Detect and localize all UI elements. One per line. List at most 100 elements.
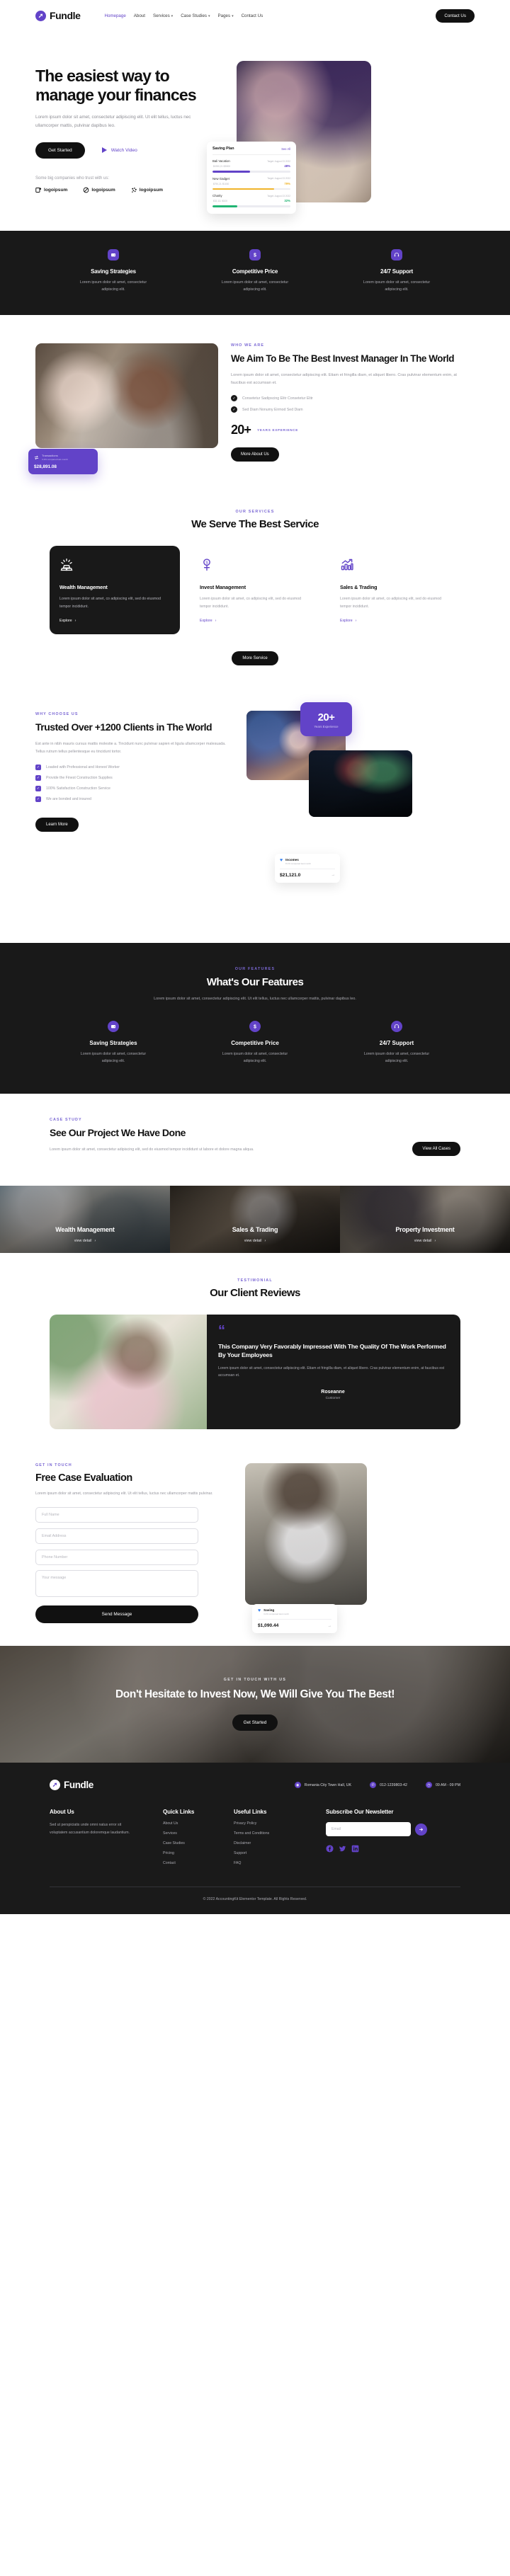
- nav-item-services[interactable]: Services ▾: [153, 13, 173, 18]
- why-photo-secondary: [309, 750, 412, 817]
- watch-video-link[interactable]: Watch Video: [101, 147, 137, 154]
- twitter-icon[interactable]: [339, 1845, 346, 1853]
- why-check-item: ✓ 100% Satisfaction Construction Service: [35, 785, 110, 791]
- saving-plan-row: Charity Target: August 23 2022 $32,111/$1…: [212, 194, 290, 207]
- feature-desc: Lorem ipsum dolor sit amet, consectetur …: [79, 280, 147, 292]
- view-detail-link[interactable]: view detail ›: [414, 1239, 436, 1243]
- trust-label: Some big companies who trust with us:: [35, 176, 110, 181]
- linkedin-icon[interactable]: [351, 1845, 359, 1853]
- saving-mini-card: ♥ Saving 3.2% compared last month $1,090…: [252, 1604, 337, 1634]
- why-title: Trusted Over +1200 Clients in The World: [35, 721, 212, 733]
- send-message-button[interactable]: Send Message: [35, 1605, 198, 1624]
- more-service-button[interactable]: More Service: [232, 651, 278, 665]
- headset-icon: [391, 249, 402, 261]
- footer-link[interactable]: Privacy Policy: [234, 1821, 326, 1826]
- chevron-right-icon: ›: [74, 618, 76, 623]
- footer-about-title: About Us: [50, 1809, 74, 1816]
- phone-input[interactable]: [35, 1550, 198, 1566]
- cta-get-started-button[interactable]: Get Started: [232, 1714, 278, 1731]
- footer-link[interactable]: Case Studies: [163, 1841, 234, 1845]
- chevron-right-icon: ›: [264, 1238, 266, 1243]
- saving-plan-row: New Gadget Target: August 23 2022 $790,21…: [212, 177, 290, 190]
- nav-item-homepage[interactable]: Homepage: [104, 13, 125, 18]
- footer-link[interactable]: Services: [163, 1831, 234, 1836]
- header-contact-button[interactable]: Contact Us: [436, 8, 475, 23]
- service-card-sales-trading[interactable]: Sales & Trading Lorem ipsum dolor sit am…: [330, 546, 460, 634]
- page-root: ➚ Fundle Homepage About Services ▾ Case S…: [0, 0, 510, 1915]
- footer-link[interactable]: Disclaimer: [234, 1841, 326, 1845]
- about-stat-number: 20+: [231, 423, 251, 437]
- svg-text:$: $: [254, 253, 256, 258]
- service-explore-link[interactable]: Explore ›: [200, 619, 310, 623]
- facebook-icon[interactable]: [326, 1845, 334, 1853]
- newsletter-email-input[interactable]: [326, 1822, 411, 1837]
- dollar-icon: $: [249, 249, 261, 261]
- view-detail-link[interactable]: view detail ›: [244, 1239, 266, 1243]
- view-all-cases-button[interactable]: View All Cases: [412, 1141, 460, 1156]
- message-textarea[interactable]: [35, 1570, 198, 1598]
- about-photo: [35, 343, 218, 448]
- feature-desc: Lorem ipsum dolor sit amet, consectetur …: [80, 1052, 147, 1064]
- service-card-wealth-management[interactable]: Wealth Management Lorem ipsum dolor sit …: [50, 546, 180, 634]
- service-title: Invest Management: [200, 584, 246, 591]
- nav-item-case-studies[interactable]: Case Studies ▾: [181, 13, 210, 18]
- case-tile-sales-trading[interactable]: Sales & Trading view detail ›: [170, 1185, 340, 1253]
- footer-link[interactable]: About Us: [163, 1821, 234, 1826]
- feature-item: Saving Strategies Lorem ipsum dolor sit …: [42, 1021, 184, 1065]
- dollar-icon: $: [249, 1021, 261, 1033]
- contact-eyebrow: GET IN TOUCH: [35, 1462, 72, 1467]
- wallet-icon: [108, 1021, 119, 1033]
- nav-item-contact-us[interactable]: Contact Us: [242, 13, 264, 18]
- services-title: We Serve The Best Service: [191, 518, 319, 531]
- arrow-right-icon[interactable]: →: [332, 873, 336, 877]
- case-tile-wealth-management[interactable]: Wealth Management view detail ›: [0, 1185, 170, 1253]
- see-all-link[interactable]: See All: [281, 147, 290, 151]
- nav-item-pages[interactable]: Pages ▾: [218, 13, 234, 18]
- nav-item-about[interactable]: About: [134, 13, 145, 18]
- footer-brand-name: Fundle: [64, 1780, 94, 1791]
- newsletter-submit-button[interactable]: [415, 1823, 427, 1836]
- footer-brand[interactable]: ➚ Fundle: [50, 1780, 94, 1791]
- about-title: We Aim To Be The Best Invest Manager In …: [231, 353, 455, 364]
- feature-desc: Lorem ipsum dolor sit amet, consectetur …: [363, 1052, 430, 1064]
- location-pin-icon: ◉: [294, 1782, 301, 1789]
- view-detail-link[interactable]: view detail ›: [74, 1239, 96, 1243]
- logo-item: logoipsum: [35, 187, 67, 193]
- testimonial-role: Customer: [325, 1397, 341, 1401]
- feature-title: 24/7 Support: [379, 1040, 414, 1047]
- footer-link[interactable]: Terms and Conditions: [234, 1831, 326, 1836]
- testimonial-quote-title: This Company Very Favorably Impressed Wi…: [218, 1342, 446, 1359]
- full-name-input[interactable]: [35, 1507, 198, 1523]
- case-study-tiles: Wealth Management view detail › Sales & T…: [0, 1185, 510, 1253]
- feature-title: Competitive Price: [231, 1040, 279, 1047]
- email-input[interactable]: [35, 1528, 198, 1545]
- feature-desc: Lorem ipsum dolor sit amet, consectetur …: [222, 1052, 288, 1064]
- footer-link[interactable]: FAQ: [234, 1861, 326, 1865]
- cta-eyebrow: GET IN TOUCH WITH US: [223, 1678, 287, 1683]
- saving-row-progress: [212, 171, 290, 173]
- learn-more-button[interactable]: Learn More: [35, 817, 79, 832]
- case-desc: Lorem ipsum dolor sit amet, consectetur …: [50, 1147, 254, 1152]
- footer-useful-links-title: Useful Links: [234, 1809, 267, 1816]
- footer-link[interactable]: Support: [234, 1851, 326, 1855]
- logo-item: logoipsum: [131, 187, 163, 193]
- contact-title: Free Case Evaluation: [35, 1472, 132, 1484]
- service-card-invest-management[interactable]: $ Invest Management Lorem ipsum dolor si…: [190, 546, 320, 634]
- headset-icon: [391, 1021, 402, 1033]
- service-explore-link[interactable]: Explore ›: [340, 619, 450, 623]
- case-tile-property-investment[interactable]: Property Investment view detail ›: [340, 1185, 510, 1253]
- check-square-icon: ✓: [35, 785, 41, 791]
- arrow-right-icon[interactable]: →: [328, 1624, 332, 1628]
- footer-link[interactable]: Pricing: [163, 1851, 234, 1855]
- footer-link[interactable]: Contact: [163, 1861, 234, 1865]
- more-about-us-button[interactable]: More About Us: [231, 447, 279, 462]
- get-started-button[interactable]: Get Started: [35, 142, 85, 159]
- feature-strip-item: $ Competitive Price Lorem ipsum dolor si…: [184, 249, 326, 294]
- brand-logo-group[interactable]: ➚ Fundle: [35, 10, 81, 21]
- feature-item: $ Competitive Price Lorem ipsum dolor si…: [184, 1021, 326, 1065]
- feature-strip-item: Saving Strategies Lorem ipsum dolor sit …: [42, 249, 184, 294]
- service-explore-link[interactable]: Explore ›: [60, 619, 170, 623]
- saving-row-progress: [212, 205, 290, 207]
- feature-item: 24/7 Support Lorem ipsum dolor sit amet,…: [326, 1021, 468, 1065]
- footer-contact-hours: ◷ 09 AM - 09 PM: [425, 1782, 460, 1789]
